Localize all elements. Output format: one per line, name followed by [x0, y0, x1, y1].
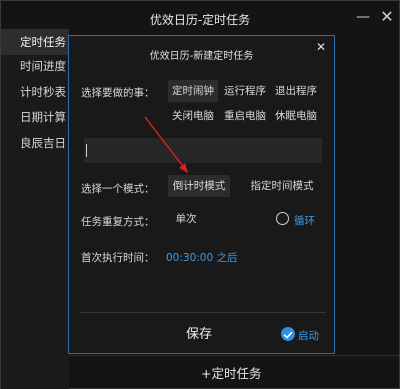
text-cursor: [86, 144, 87, 157]
loop-radio[interactable]: [276, 212, 289, 225]
footer-divider: [69, 355, 399, 356]
sidebar-item-time-progress[interactable]: 时间进度: [1, 53, 69, 79]
sidebar: 定时任务 时间进度 计时秒表 日期计算 良辰吉日: [1, 29, 69, 389]
repeat-label: 任务重复方式：: [81, 216, 155, 228]
loop-label[interactable]: 循环: [294, 213, 315, 228]
task-option-restart[interactable]: 重启电脑: [222, 105, 268, 127]
app-window: 优效日历-定时任务 — ✕ 定时任务 时间进度 计时秒表 日期计算 良辰吉日 +…: [0, 0, 400, 389]
dialog-close-icon[interactable]: ✕: [314, 40, 328, 54]
save-button[interactable]: 保存: [169, 324, 229, 346]
start-check-icon[interactable]: [281, 327, 295, 341]
task-option-run-program[interactable]: 运行程序: [222, 80, 268, 102]
first-exec-time[interactable]: 00:30:00 之后: [166, 250, 238, 265]
first-exec-label: 首次执行时间：: [81, 252, 155, 264]
task-option-shutdown[interactable]: 关闭电脑: [168, 105, 218, 127]
close-window-button[interactable]: ✕: [377, 7, 397, 27]
dialog-divider: [79, 312, 326, 313]
add-timed-task-button[interactable]: +定时任务: [201, 363, 261, 382]
task-option-hibernate[interactable]: 休眠电脑: [272, 105, 320, 127]
task-label: 选择要做的事：: [81, 87, 155, 99]
task-option-alarm[interactable]: 定时闹钟: [168, 80, 218, 102]
sidebar-item-date-calc[interactable]: 日期计算: [1, 104, 69, 130]
minimize-button[interactable]: —: [353, 7, 373, 27]
sidebar-item-auspicious-days[interactable]: 良辰吉日: [1, 130, 69, 156]
mode-option-countdown[interactable]: 倒计时模式: [168, 175, 230, 197]
mode-label: 选择一个模式：: [81, 183, 155, 195]
window-title: 优效日历-定时任务: [149, 13, 251, 27]
sidebar-item-stopwatch[interactable]: 计时秒表: [1, 79, 69, 105]
new-task-dialog: 优效日历-新建定时任务 ✕ 选择要做的事： 定时闹钟 运行程序 退出程序 关闭电…: [68, 35, 335, 354]
dialog-title: 优效日历-新建定时任务: [149, 51, 254, 62]
mode-option-specified-time[interactable]: 指定时间模式: [246, 175, 318, 197]
task-option-exit-program[interactable]: 退出程序: [272, 80, 320, 102]
repeat-option-once[interactable]: 单次: [168, 208, 204, 230]
sidebar-item-timed-tasks[interactable]: 定时任务: [1, 29, 69, 55]
start-label[interactable]: 启动: [298, 328, 319, 343]
task-input[interactable]: [84, 138, 322, 163]
